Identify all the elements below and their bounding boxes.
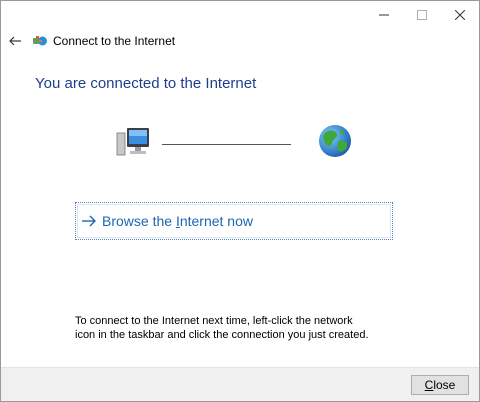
page-heading: You are connected to the Internet: [35, 75, 257, 92]
back-button[interactable]: [7, 31, 23, 51]
caption-buttons: [365, 1, 479, 29]
wizard-title: Connect to the Internet: [53, 34, 176, 48]
close-label-accel: C: [424, 378, 434, 392]
connection-line: [162, 144, 291, 145]
browse-internet-label: Browse the Internet now: [102, 213, 253, 229]
close-label-rest: lose: [433, 378, 456, 392]
browse-internet-link[interactable]: Browse the Internet now: [75, 202, 393, 240]
browse-label-end: nternet now: [179, 213, 253, 229]
back-arrow-icon: [9, 36, 21, 46]
close-icon: [455, 10, 465, 20]
minimize-icon: [379, 14, 389, 16]
network-wizard-icon: [33, 36, 47, 46]
globe-icon: [319, 125, 351, 157]
close-window-button[interactable]: [441, 1, 479, 29]
minimize-button[interactable]: [365, 1, 403, 29]
wizard-footer: Close: [1, 367, 479, 401]
browse-label-start: Browse the: [102, 213, 176, 229]
maximize-icon: [417, 10, 427, 20]
wizard-header: Connect to the Internet: [1, 31, 479, 51]
arrow-right-icon: [82, 215, 96, 227]
maximize-button[interactable]: [403, 1, 441, 29]
hint-text: To connect to the Internet next time, le…: [75, 315, 369, 341]
computer-icon: [116, 128, 149, 156]
close-button[interactable]: Close: [411, 375, 469, 395]
wizard-window: Connect to the Internet You are connecte…: [0, 0, 480, 402]
